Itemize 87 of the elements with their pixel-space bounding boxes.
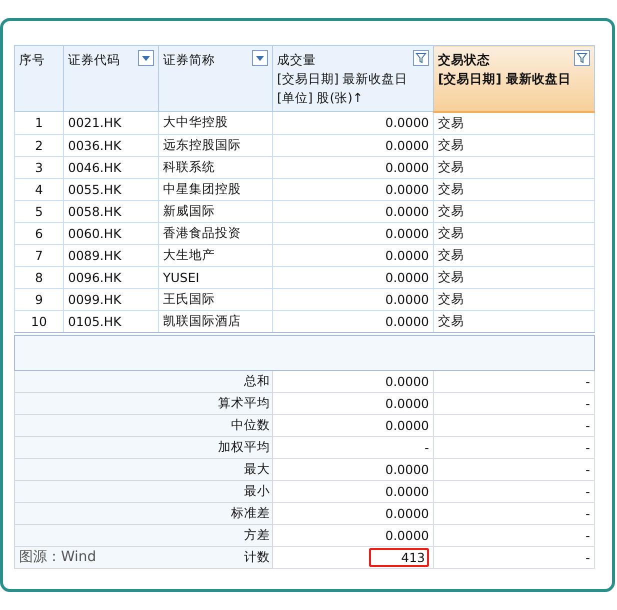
summary-value: 0.0000 [385,374,429,388]
table-cell: 0.0000 [272,112,434,134]
summary-label: 最大 [244,460,270,478]
summary-value: 0.0000 [385,396,429,410]
table-cell: 大中华控股 [158,112,272,134]
table-cell: 0.0000 [272,134,434,156]
table-cell: 交易 [434,156,594,178]
table-cell: 0021.HK [64,112,158,134]
summary-value: 0.0000 [385,462,429,476]
table-cell: 0060.HK [64,222,158,244]
table-cell: - [434,524,594,546]
column-header[interactable]: 证券简称 [158,46,272,112]
table-cell: 10 [14,310,64,334]
table-cell: 0105.HK [64,310,158,334]
table-cell: 0.0000 [272,200,434,222]
table-cell: 0058.HK [64,200,158,222]
summary-label: 中位数 [231,416,270,434]
table-cell: 0036.HK [64,134,158,156]
table-cell: - [434,546,594,568]
dropdown-icon[interactable] [252,50,268,66]
summary-value: 0.0000 [385,484,429,498]
table-cell: 0.0000 [272,310,434,334]
dropdown-icon[interactable] [138,50,154,66]
table-cell: 0.0000 [272,266,434,288]
summary-label: 总和 [244,372,270,390]
summary-label: 算术平均 [218,394,270,412]
table-cell: 0055.HK [64,178,158,200]
table-cell: 交易 [434,134,594,156]
table-cell: 2 [14,134,64,156]
table-cell: 科联系统 [158,156,272,178]
table-cell: 香港食品投资 [158,222,272,244]
table-cell: 0.0000 [272,178,434,200]
summary-value: 413 [369,548,429,566]
table-cell: 交易 [434,244,594,266]
table-cell: 0099.HK [64,288,158,310]
table-cell: 交易 [434,112,594,134]
column-header[interactable]: 序号 [14,46,64,112]
table-cell: - [434,392,594,414]
table-cell: 王氏国际 [158,288,272,310]
table-cell: - [434,480,594,502]
table-cell: 交易 [434,222,594,244]
table-cell: 0096.HK [64,266,158,288]
table-cell: 8 [14,266,64,288]
filter-icon[interactable] [574,50,590,66]
table-cell: - [434,370,594,392]
summary-label: 加权平均 [218,438,270,456]
source-caption: 图源：Wind [19,548,96,566]
summary-value: 0.0000 [385,418,429,432]
table-cell: 0046.HK [64,156,158,178]
summary-label: 标准差 [231,504,270,522]
summary-value: 0.0000 [385,506,429,520]
table-cell: 新威国际 [158,200,272,222]
table-cell: 交易 [434,266,594,288]
table-cell: 交易 [434,288,594,310]
table-cell: 6 [14,222,64,244]
table-cell: 0.0000 [272,244,434,266]
summary-label: 计数 [244,548,270,566]
summary-label: 最小 [244,482,270,500]
table-cell: 5 [14,200,64,222]
table-cell: 交易 [434,178,594,200]
table-cell: 0.0000 [272,288,434,310]
summary-value: - [424,440,429,454]
table-cell: 0.0000 [272,222,434,244]
table-cell: - [434,436,594,458]
column-header[interactable]: 证券代码 [64,46,158,112]
filter-icon[interactable] [413,50,429,66]
table-cell: 1 [14,112,64,134]
table-cell: 大生地产 [158,244,272,266]
table-cell: - [434,458,594,480]
table-cell: YUSEI [158,266,272,288]
table-cell: 4 [14,178,64,200]
table-cell: 交易 [434,310,594,334]
summary-value: 0.0000 [385,528,429,542]
table-cell: - [434,414,594,436]
column-header[interactable]: 成交量 [交易日期] 最新收盘日 [单位] 股(张)↑ [272,46,434,112]
table-cell: 0089.HK [64,244,158,266]
table-cell: 0.0000 [272,156,434,178]
table-cell: 交易 [434,200,594,222]
column-header[interactable]: 交易状态 [交易日期] 最新收盘日 [434,46,594,112]
table-cell: 7 [14,244,64,266]
table-cell: 远东控股国际 [158,134,272,156]
table-cell: 中星集团控股 [158,178,272,200]
table-cell: 3 [14,156,64,178]
table-cell: 9 [14,288,64,310]
table-cell: 凯联国际酒店 [158,310,272,334]
table-cell: - [434,502,594,524]
summary-label: 方差 [244,526,270,544]
